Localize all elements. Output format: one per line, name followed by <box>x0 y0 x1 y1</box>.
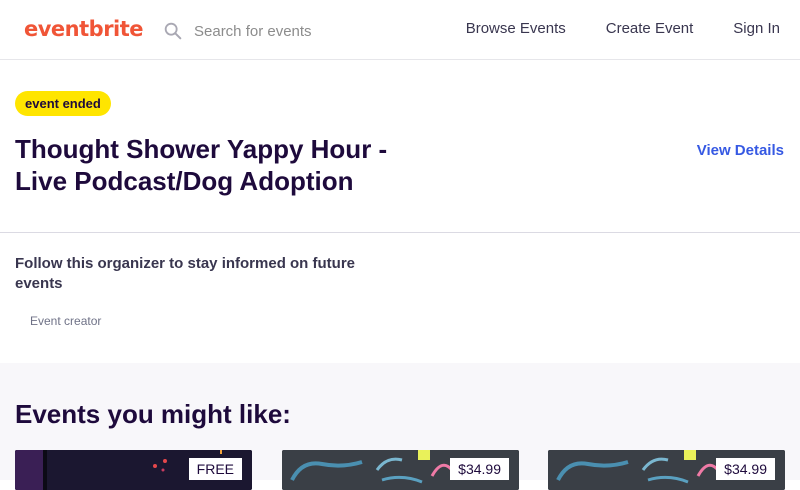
event-creator-label[interactable]: Event creator <box>30 314 101 328</box>
price-badge: FREE <box>188 458 242 480</box>
search-icon[interactable] <box>162 20 184 42</box>
event-title: Thought Shower Yappy Hour - Live Podcast… <box>15 134 388 196</box>
price-badge: $34.99 <box>450 458 509 480</box>
search-input[interactable] <box>194 22 394 40</box>
create-event-link[interactable]: Create Event <box>606 20 694 37</box>
site-header: eventbrite Browse Events Create Event Si… <box>0 0 800 60</box>
suggested-events-title: Events you might like: <box>15 399 291 429</box>
search-bar[interactable] <box>162 18 422 44</box>
suggested-events-section: Events you might like: FREE $34.99 $34.9… <box>0 363 800 490</box>
sign-in-link[interactable]: Sign In <box>733 20 780 37</box>
follow-organizer-text: Follow this organizer to stay informed o… <box>15 255 356 292</box>
organizer-section: Follow this organizer to stay informed o… <box>0 233 800 363</box>
event-header: event ended Thought Shower Yappy Hour - … <box>0 60 800 233</box>
view-details-link[interactable]: View Details <box>697 142 784 159</box>
status-badge: event ended <box>15 91 111 116</box>
price-badge: $34.99 <box>716 458 775 480</box>
browse-events-link[interactable]: Browse Events <box>466 20 566 37</box>
event-card[interactable]: FREE <box>15 450 252 490</box>
eventbrite-logo[interactable]: eventbrite <box>24 17 144 41</box>
top-nav: Browse Events Create Event Sign In <box>466 20 780 37</box>
event-card[interactable]: $34.99 <box>282 450 519 490</box>
event-card[interactable]: $34.99 <box>548 450 785 490</box>
